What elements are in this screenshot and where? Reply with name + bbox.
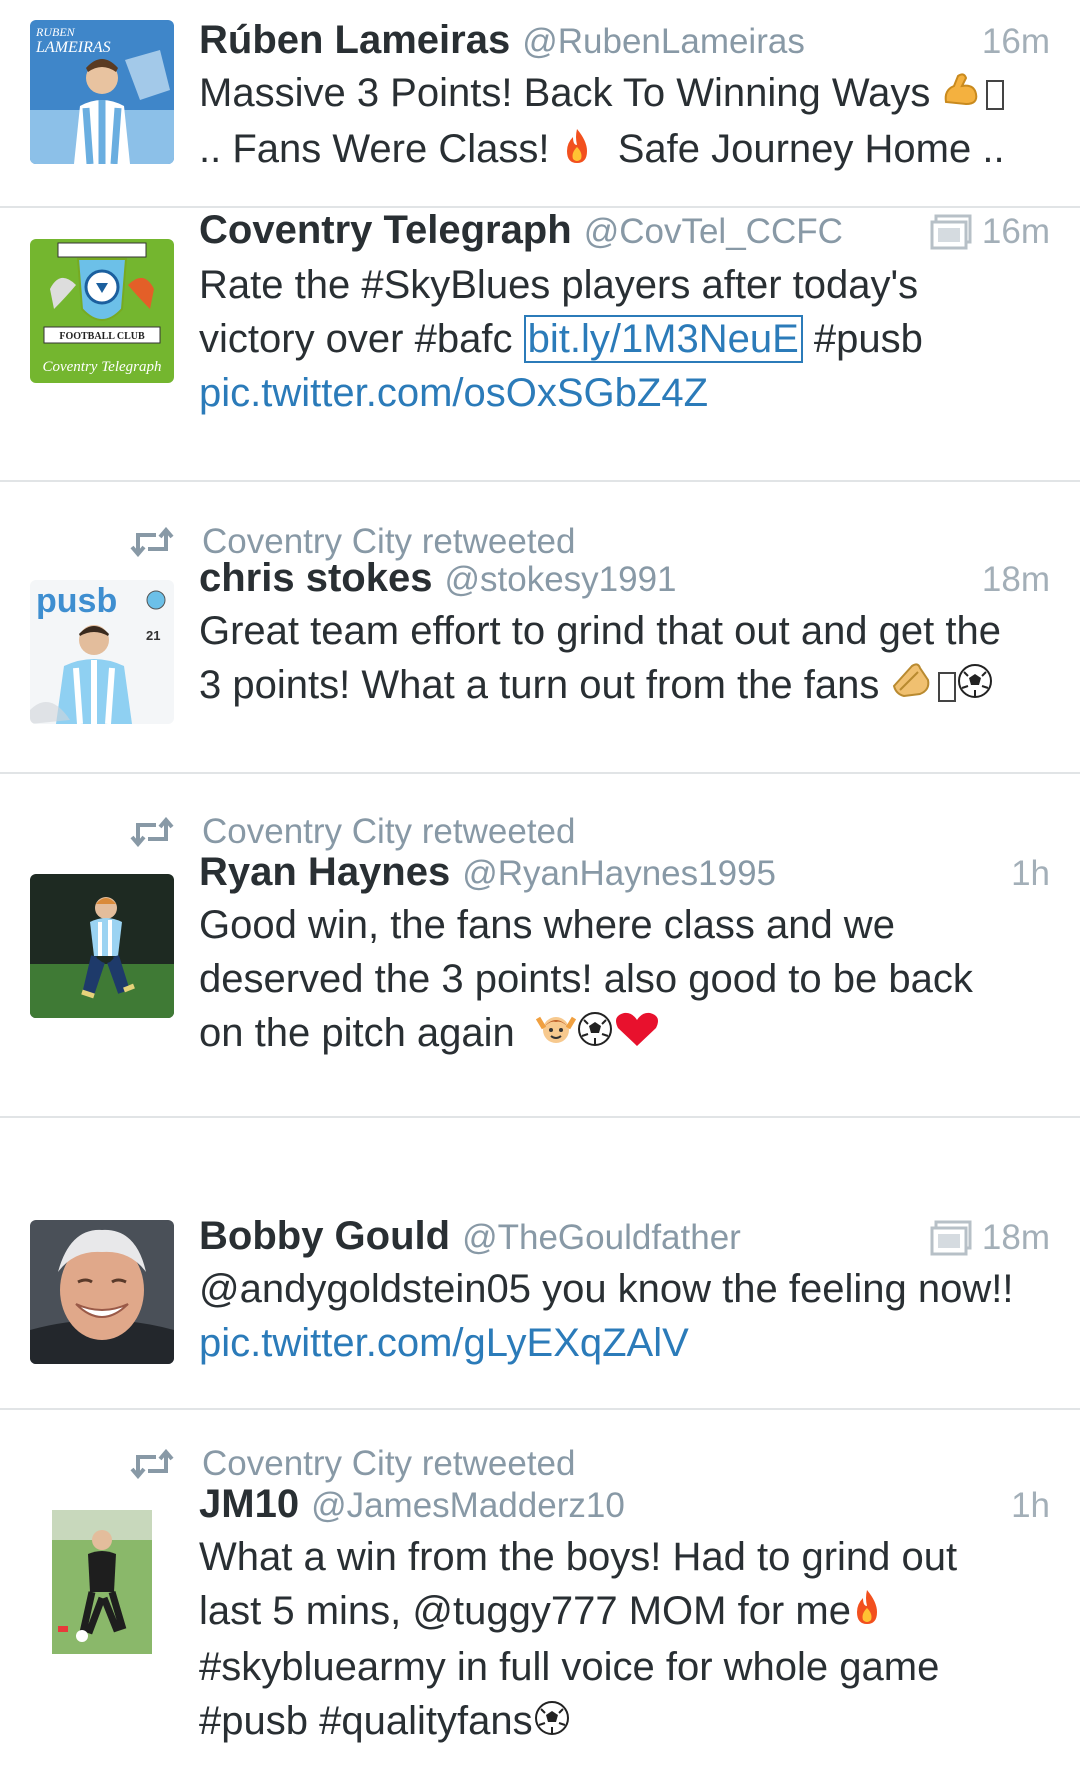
retweet-label[interactable]: Coventry City retweeted [202,1444,575,1484]
red-heart-emoji [614,1008,660,1062]
timestamp: 16m [981,22,1050,61]
avatar[interactable] [30,874,174,1018]
author-handle[interactable]: @RyanHaynes1995 [462,854,776,894]
tweet-text-line: #skybluearmy in full voice for whole gam… [199,1645,940,1690]
media-icon [930,214,972,250]
timestamp: 18m [981,1218,1050,1257]
tweet-text: Rate the #SkyBlues players after today's… [199,258,1050,420]
author-handle[interactable]: @TheGouldfather [462,1218,741,1258]
retweet-icon [130,526,174,558]
soccer-ball-emoji [576,1008,614,1062]
tweet-text-line: What a win from the boys! Had to grind o… [199,1535,958,1579]
avatar-caption: RUBEN [35,25,76,39]
pic-link[interactable]: pic.twitter.com/gLyEXqZAlV [199,1316,1050,1370]
retweet-icon [130,1448,174,1480]
retweet-context: Coventry City retweeted [130,812,575,852]
fire-emoji [851,1586,883,1640]
avatar[interactable] [52,1510,152,1654]
avatar-caption: pusb [36,582,117,620]
tweet-text-line: Great team effort to grind that out and … [199,609,1001,653]
media-icon [930,1220,972,1256]
tweet-text-line: #pusb #qualityfans [199,1699,533,1744]
author-handle[interactable]: @RubenLameiras [522,22,805,62]
author-handle[interactable]: @stokesy1991 [444,560,676,600]
tweet-text-line: victory over #bafc [199,317,524,361]
author-name[interactable]: JM10 [199,1482,299,1527]
tweet-text-line: deserved the 3 points! also good to be b… [199,957,973,1001]
avatar[interactable]: pusb 21 [30,580,174,724]
avatar-caption: FOOTBALL CLUB [59,331,145,342]
pic-link[interactable]: pic.twitter.com/osOxSGbZ4Z [199,366,1050,420]
tweet-header: JM10 @JamesMadderz10 1h [199,1482,1050,1530]
avatar-caption: LAMEIRAS [35,39,111,56]
timestamp: 16m [981,212,1050,251]
tweet-text-line: Safe Journey Home .. [617,127,1005,172]
avatar-caption: 21 [146,628,160,643]
tweet-header: Coventry Telegraph @CovTel_CCFC 16m [199,208,1050,256]
soccer-ball-emoji [533,1697,571,1751]
tweet-text: What a win from the boys! Had to grind o… [199,1530,1050,1751]
avatar[interactable] [30,1220,174,1364]
author-name[interactable]: Bobby Gould [199,1214,450,1259]
tweet-header: Rúben Lameiras @RubenLameiras 16m [199,18,1050,66]
tweet-text: Great team effort to grind that out and … [199,604,1050,714]
tweet-ryan-haynes[interactable]: Coventry City retweeted Ryan Haynes @Rya… [0,774,1080,1116]
retweet-icon [130,816,174,848]
tweet-bobby-gould[interactable]: Bobby Gould @TheGouldfather 18m @andygol… [0,1118,1080,1408]
avatar[interactable]: RUBEN LAMEIRAS [30,20,174,164]
timestamp: 1h [1011,1486,1050,1525]
tweet-text-line: 3 points! What a turn out from the fans [199,663,880,707]
author-handle[interactable]: @JamesMadderz10 [311,1486,625,1526]
tweet-header: Ryan Haynes @RyanHaynes1995 1h [199,850,1050,898]
tweet-header: Bobby Gould @TheGouldfather 18m [199,1214,1050,1262]
flexed-biceps-emoji [942,68,980,122]
tweet-text-line: Massive 3 Points! Back To Winning Ways [199,71,931,115]
missing-glyph-icon [985,80,1004,111]
tweet-text-line: last 5 mins, @tuggy777 MOM for me [199,1589,851,1633]
tweet-text: Massive 3 Points! Back To Winning Ways .… [199,66,1050,179]
retweet-label[interactable]: Coventry City retweeted [202,812,575,852]
avatar[interactable]: FOOTBALL CLUB Coventry Telegraph [30,239,174,383]
tweet-text-line: Rate the #SkyBlues players after today's [199,263,919,307]
missing-glyph-icon [938,672,957,703]
tweet-text-line: on the pitch again [199,1011,515,1055]
tweet-coventry-telegraph[interactable]: FOOTBALL CLUB Coventry Telegraph Coventr… [0,208,1080,480]
tweet-text-line: .. Fans Were Class! [199,127,550,172]
author-name[interactable]: Rúben Lameiras [199,18,510,63]
raising-hands-person-emoji [535,1008,577,1062]
author-handle[interactable]: @CovTel_CCFC [584,212,843,252]
tweet-text-line: @andygoldstein05 you know the feeling no… [199,1267,1014,1311]
author-name[interactable]: Coventry Telegraph [199,208,572,253]
retweet-context: Coventry City retweeted [130,1444,575,1484]
clapping-hands-emoji [890,660,932,714]
tweet-text: Good win, the fans where class and we de… [199,898,1050,1062]
avatar-caption: Coventry Telegraph [42,359,161,375]
timestamp: 1h [1011,854,1050,893]
fire-emoji [561,125,593,179]
tweet-text-line: #pusb [802,317,923,361]
tweet-jm10[interactable]: Coventry City retweeted JM10 @JamesMadde… [0,1410,1080,1780]
timestamp: 18m [981,560,1050,599]
tweet-chris-stokes[interactable]: Coventry City retweeted pusb 21 chris st… [0,482,1080,772]
tweet-text: @andygoldstein05 you know the feeling no… [199,1262,1050,1370]
tweet-text-line: Good win, the fans where class and we [199,903,895,947]
author-name[interactable]: Ryan Haynes [199,850,450,895]
author-name[interactable]: chris stokes [199,556,432,601]
tweet-ruben-lameiras[interactable]: RUBEN LAMEIRAS Rúben Lameiras @RubenLame… [0,0,1080,206]
tweet-header: chris stokes @stokesy1991 18m [199,556,1050,604]
short-link[interactable]: bit.ly/1M3NeuE [523,315,803,363]
soccer-ball-emoji [956,660,994,714]
